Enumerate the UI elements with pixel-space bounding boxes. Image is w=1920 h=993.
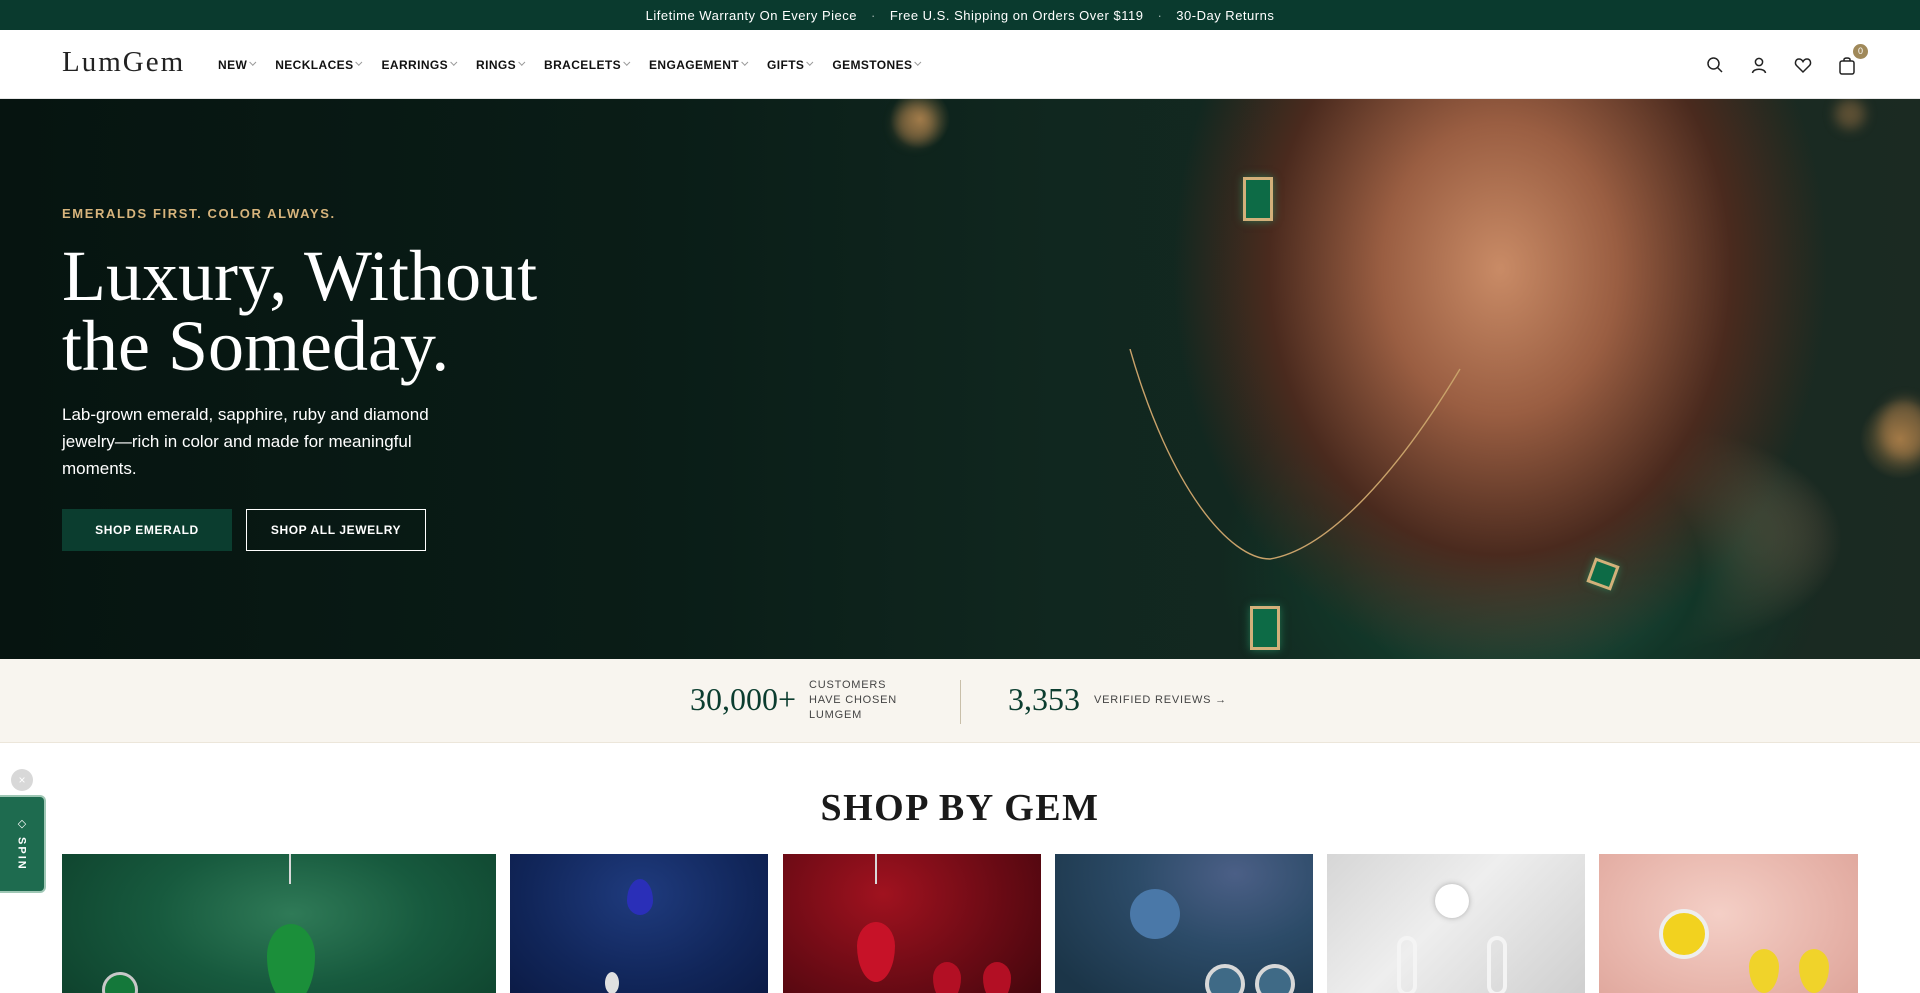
gem-tile-emerald[interactable] [62, 854, 496, 993]
hero-bokeh-light [1880, 399, 1920, 459]
hero-necklace-image [1129, 349, 1461, 560]
nav-item-engagement[interactable]: ENGAGEMENT [648, 57, 749, 72]
nav-item-label: GIFTS [767, 57, 805, 72]
shop-emerald-button[interactable]: SHOP EMERALD [62, 509, 232, 551]
verified-reviews-link[interactable]: VERIFIED REVIEWS → [1094, 694, 1227, 706]
site-logo[interactable]: LumGem [62, 46, 185, 79]
nav-item-gifts[interactable]: GIFTS [767, 57, 814, 72]
diamond-hoop-image [1487, 936, 1507, 993]
nav-item-bracelets[interactable]: BRACELETS [544, 57, 631, 72]
hero-text-block: EMERALDS FIRST. COLOR ALWAYS. Luxury, Wi… [62, 206, 662, 482]
nav-item-gemstones[interactable]: GEMSTONES [832, 57, 922, 72]
chevron-down-icon [450, 58, 458, 66]
ruby-earring-image [933, 962, 961, 993]
nav-item-label: EARRINGS [381, 57, 449, 72]
ruby-pendant-image [857, 922, 895, 982]
hero-emerald-pendant [1250, 606, 1280, 650]
chevron-down-icon [249, 58, 257, 66]
diamond-pendant-image [1435, 884, 1469, 918]
announcement-bar: Lifetime Warranty On Every Piece · Free … [0, 0, 1920, 30]
customers-count: 30,000+ [690, 681, 797, 717]
cart-count-badge: 0 [1853, 43, 1868, 59]
blue-topaz-stud-image [1255, 964, 1295, 993]
hero-subtitle: Lab-grown emerald, sapphire, ruby and di… [62, 405, 429, 478]
hero-bokeh-light [1835, 99, 1865, 129]
customers-label: CUSTOMERS HAVE CHOSEN LUMGEM [809, 679, 898, 721]
social-proof-bar: 30,000+ CUSTOMERS HAVE CHOSEN LUMGEM 3,3… [0, 659, 1920, 743]
chevron-down-icon [806, 58, 814, 66]
announcement-separator: · [1157, 7, 1163, 23]
hero-banner: EMERALDS FIRST. COLOR ALWAYS. Luxury, Wi… [0, 99, 1920, 659]
spin-label: ◇ SPIN [15, 817, 28, 871]
announcement-returns: 30-Day Returns [1176, 7, 1275, 23]
hero-emerald-earring [1243, 177, 1273, 221]
gem-tiles [62, 854, 1858, 993]
nav-item-label: GEMSTONES [832, 57, 913, 72]
hero-cta-group: SHOP EMERALD SHOP ALL JEWELRY [62, 509, 426, 551]
pendant-chain [875, 854, 877, 884]
diamond-hoop-image [1397, 936, 1417, 993]
chevron-down-icon [914, 58, 922, 66]
reviews-count: 3,353 [1008, 681, 1080, 717]
main-nav: NEW NECKLACES EARRINGS RINGS BRACELETS E… [218, 30, 940, 99]
hero-title: Luxury, Without the Someday. [62, 240, 662, 382]
hero-emerald-ring [1586, 557, 1620, 591]
stats-divider [960, 680, 961, 724]
yellow-sapphire-pendant-image [1659, 909, 1709, 959]
yellow-sapphire-earring-image [1799, 949, 1829, 993]
ruby-earring-image [983, 962, 1011, 993]
spin-to-win-tab[interactable]: ◇ SPIN [0, 795, 46, 893]
emerald-stud-image [102, 972, 138, 993]
shop-all-jewelry-button[interactable]: SHOP ALL JEWELRY [246, 509, 426, 551]
announcement-separator: · [870, 7, 876, 23]
chevron-down-icon [518, 58, 526, 66]
blue-topaz-stud-image [1205, 964, 1245, 993]
nav-item-label: NEW [218, 57, 248, 72]
account-icon[interactable] [1748, 54, 1770, 76]
sapphire-earring-image [605, 972, 619, 993]
gem-tile-ruby[interactable] [783, 854, 1041, 993]
cart-bag-icon[interactable]: 0 [1836, 43, 1868, 76]
gem-tile-yellow-sapphire[interactable] [1599, 854, 1858, 993]
gem-tile-diamond[interactable] [1327, 854, 1585, 993]
pendant-chain [289, 854, 291, 884]
nav-item-label: BRACELETS [544, 57, 621, 72]
chevron-down-icon [355, 58, 363, 66]
site-header: LumGem NEW NECKLACES EARRINGS RINGS BRAC… [0, 30, 1920, 99]
nav-item-label: NECKLACES [275, 57, 354, 72]
wishlist-heart-icon[interactable] [1792, 54, 1814, 76]
shop-by-gem-title: SHOP BY GEM [820, 787, 1100, 829]
blue-topaz-flower-pendant-image [1130, 889, 1180, 939]
emerald-pendant-image [267, 924, 315, 993]
announcement-shipping: Free U.S. Shipping on Orders Over $119 [889, 7, 1144, 23]
header-icons: 0 [1682, 30, 1868, 99]
spin-close-button[interactable]: × [11, 769, 33, 791]
hero-title-line1: Luxury, Without [62, 236, 538, 316]
sapphire-pendant-image [627, 879, 653, 915]
gem-tile-sapphire[interactable] [510, 854, 768, 993]
nav-item-rings[interactable]: RINGS [476, 57, 526, 72]
nav-item-label: RINGS [476, 57, 517, 72]
chevron-down-icon [623, 58, 631, 66]
search-icon[interactable] [1704, 54, 1726, 76]
chevron-down-icon [741, 58, 749, 66]
nav-item-new[interactable]: NEW [218, 57, 257, 72]
hero-eyebrow: EMERALDS FIRST. COLOR ALWAYS. [62, 206, 336, 221]
hero-title-line2: the Someday. [62, 306, 450, 386]
yellow-sapphire-earring-image [1749, 949, 1779, 993]
announcement-warranty: Lifetime Warranty On Every Piece [645, 7, 857, 23]
gem-tile-blue-topaz[interactable] [1055, 854, 1313, 993]
nav-item-necklaces[interactable]: NECKLACES [275, 57, 363, 72]
nav-item-earrings[interactable]: EARRINGS [381, 57, 458, 72]
nav-item-label: ENGAGEMENT [648, 57, 739, 72]
hero-bokeh-light [895, 104, 935, 144]
